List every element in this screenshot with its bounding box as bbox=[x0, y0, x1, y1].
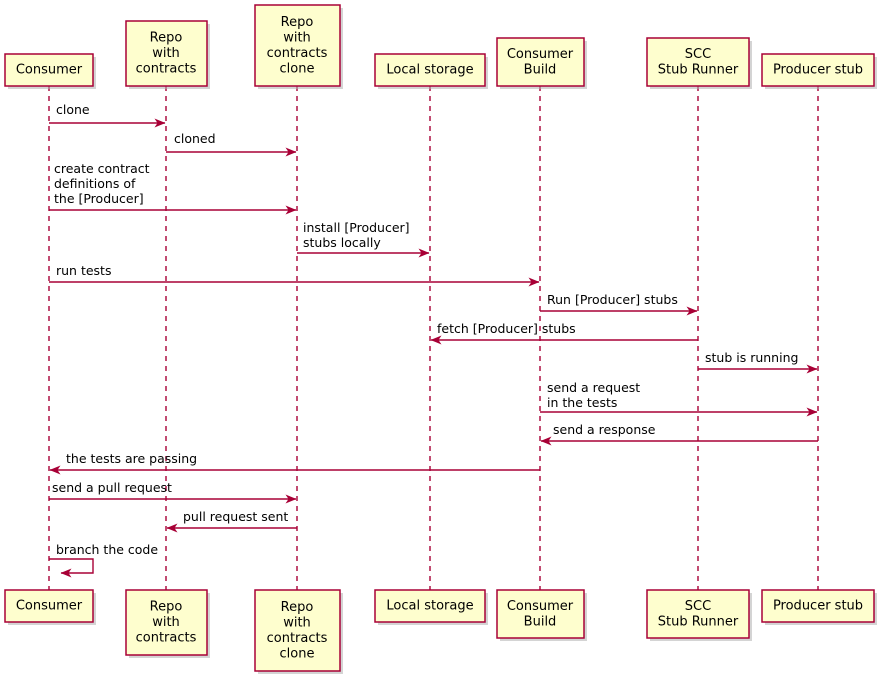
participant-label: contracts bbox=[267, 46, 328, 61]
message-label: Run [Producer] stubs bbox=[547, 292, 678, 307]
message-6[interactable]: Run [Producer] stubs bbox=[540, 292, 698, 316]
participant-label: Consumer bbox=[16, 599, 83, 614]
message-14[interactable]: branch the code bbox=[49, 542, 158, 578]
participant-label: Repo bbox=[281, 600, 314, 615]
message-label: run tests bbox=[56, 263, 111, 278]
message-label: send a pull request bbox=[52, 480, 172, 495]
sequence-diagram-canvas: clone cloned create contract definitions of… bbox=[0, 0, 886, 681]
participant-label: Producer stub bbox=[773, 63, 863, 78]
participant-label: contracts bbox=[136, 62, 197, 77]
lifelines-layer bbox=[48, 86, 819, 590]
message-4[interactable]: install [Producer]stubs locally bbox=[297, 220, 430, 258]
participant-label: SCC bbox=[685, 47, 711, 62]
message-11[interactable]: the tests are passing bbox=[49, 451, 540, 475]
participant-label: clone bbox=[280, 646, 315, 661]
participant-label: Repo bbox=[150, 31, 183, 46]
participant-build-bottom[interactable]: ConsumerBuild bbox=[496, 589, 587, 641]
participant-label: Consumer bbox=[507, 47, 574, 62]
message-label: the tests are passing bbox=[66, 451, 197, 466]
message-self-loop bbox=[49, 558, 94, 578]
participant-label: Stub Runner bbox=[658, 614, 739, 629]
message-label: branch the code bbox=[56, 542, 158, 557]
message-7[interactable]: fetch [Producer] stubs bbox=[430, 321, 698, 345]
participant-build-top[interactable]: ConsumerBuild bbox=[496, 37, 587, 89]
participant-label: Build bbox=[524, 614, 557, 629]
participant-localstore-top[interactable]: Local storage bbox=[374, 53, 488, 89]
message-label: in the tests bbox=[547, 395, 617, 410]
participant-sccrunner-bottom[interactable]: SCCStub Runner bbox=[646, 589, 752, 641]
participant-label: Repo bbox=[150, 600, 183, 615]
message-label: the [Producer] bbox=[54, 191, 144, 206]
participant-label: Stub Runner bbox=[658, 62, 739, 77]
message-label: definitions of bbox=[54, 176, 136, 191]
message-3[interactable]: create contractdefinitions ofthe [Produc… bbox=[49, 161, 297, 215]
participant-label: clone bbox=[280, 61, 315, 76]
message-12[interactable]: send a pull request bbox=[49, 480, 297, 504]
participant-label: Consumer bbox=[507, 599, 574, 614]
participant-label: Local storage bbox=[386, 599, 473, 614]
participant-label: Producer stub bbox=[773, 599, 863, 614]
message-label: stubs locally bbox=[303, 235, 381, 250]
participant-consumer-top[interactable]: Consumer bbox=[4, 53, 96, 89]
participant-repoclone-top[interactable]: Repowithcontractsclone bbox=[254, 4, 343, 89]
participant-label: SCC bbox=[685, 599, 711, 614]
participant-repo-bottom[interactable]: Repowithcontracts bbox=[125, 589, 210, 658]
message-label: send a response bbox=[553, 422, 656, 437]
message-10[interactable]: send a response bbox=[540, 422, 818, 446]
message-2[interactable]: cloned bbox=[166, 131, 297, 157]
sequence-diagram-svg: clone cloned create contractdefinitions of… bbox=[4, 4, 877, 674]
participant-label: Repo bbox=[281, 15, 314, 30]
message-label: stub is running bbox=[705, 350, 798, 365]
message-label: cloned bbox=[174, 131, 216, 146]
messages-layer: clone cloned create contractdefinitions of… bbox=[49, 102, 818, 578]
message-label: clone bbox=[56, 102, 90, 117]
participant-label: Consumer bbox=[16, 63, 83, 78]
participant-sccrunner-top[interactable]: SCCStub Runner bbox=[646, 37, 752, 89]
participant-label: with bbox=[152, 615, 180, 630]
participant-consumer-bottom[interactable]: Consumer bbox=[4, 589, 96, 625]
participant-producerstub-bottom[interactable]: Producer stub bbox=[761, 589, 877, 625]
message-5[interactable]: run tests bbox=[49, 263, 540, 287]
message-label: send a request bbox=[547, 380, 640, 395]
participant-label: contracts bbox=[136, 631, 197, 646]
participant-repo-top[interactable]: Repowithcontracts bbox=[125, 20, 210, 89]
participant-label: with bbox=[283, 30, 311, 45]
message-13[interactable]: pull request sent bbox=[166, 509, 297, 533]
participant-repoclone-bottom[interactable]: Repowithcontractsclone bbox=[254, 589, 343, 674]
message-label: create contract bbox=[54, 161, 150, 176]
message-label: pull request sent bbox=[183, 509, 288, 524]
participant-label: with bbox=[152, 46, 180, 61]
participant-label: contracts bbox=[267, 631, 328, 646]
message-label: fetch [Producer] stubs bbox=[437, 321, 576, 336]
participant-label: Local storage bbox=[386, 63, 473, 78]
participant-label: with bbox=[283, 615, 311, 630]
message-8[interactable]: stub is running bbox=[698, 350, 818, 374]
message-9[interactable]: send a requestin the tests bbox=[540, 380, 818, 417]
participant-label: Build bbox=[524, 62, 557, 77]
participant-localstore-bottom[interactable]: Local storage bbox=[374, 589, 488, 625]
message-label: install [Producer] bbox=[303, 220, 410, 235]
participant-producerstub-top[interactable]: Producer stub bbox=[761, 53, 877, 89]
message-1[interactable]: clone bbox=[49, 102, 166, 128]
